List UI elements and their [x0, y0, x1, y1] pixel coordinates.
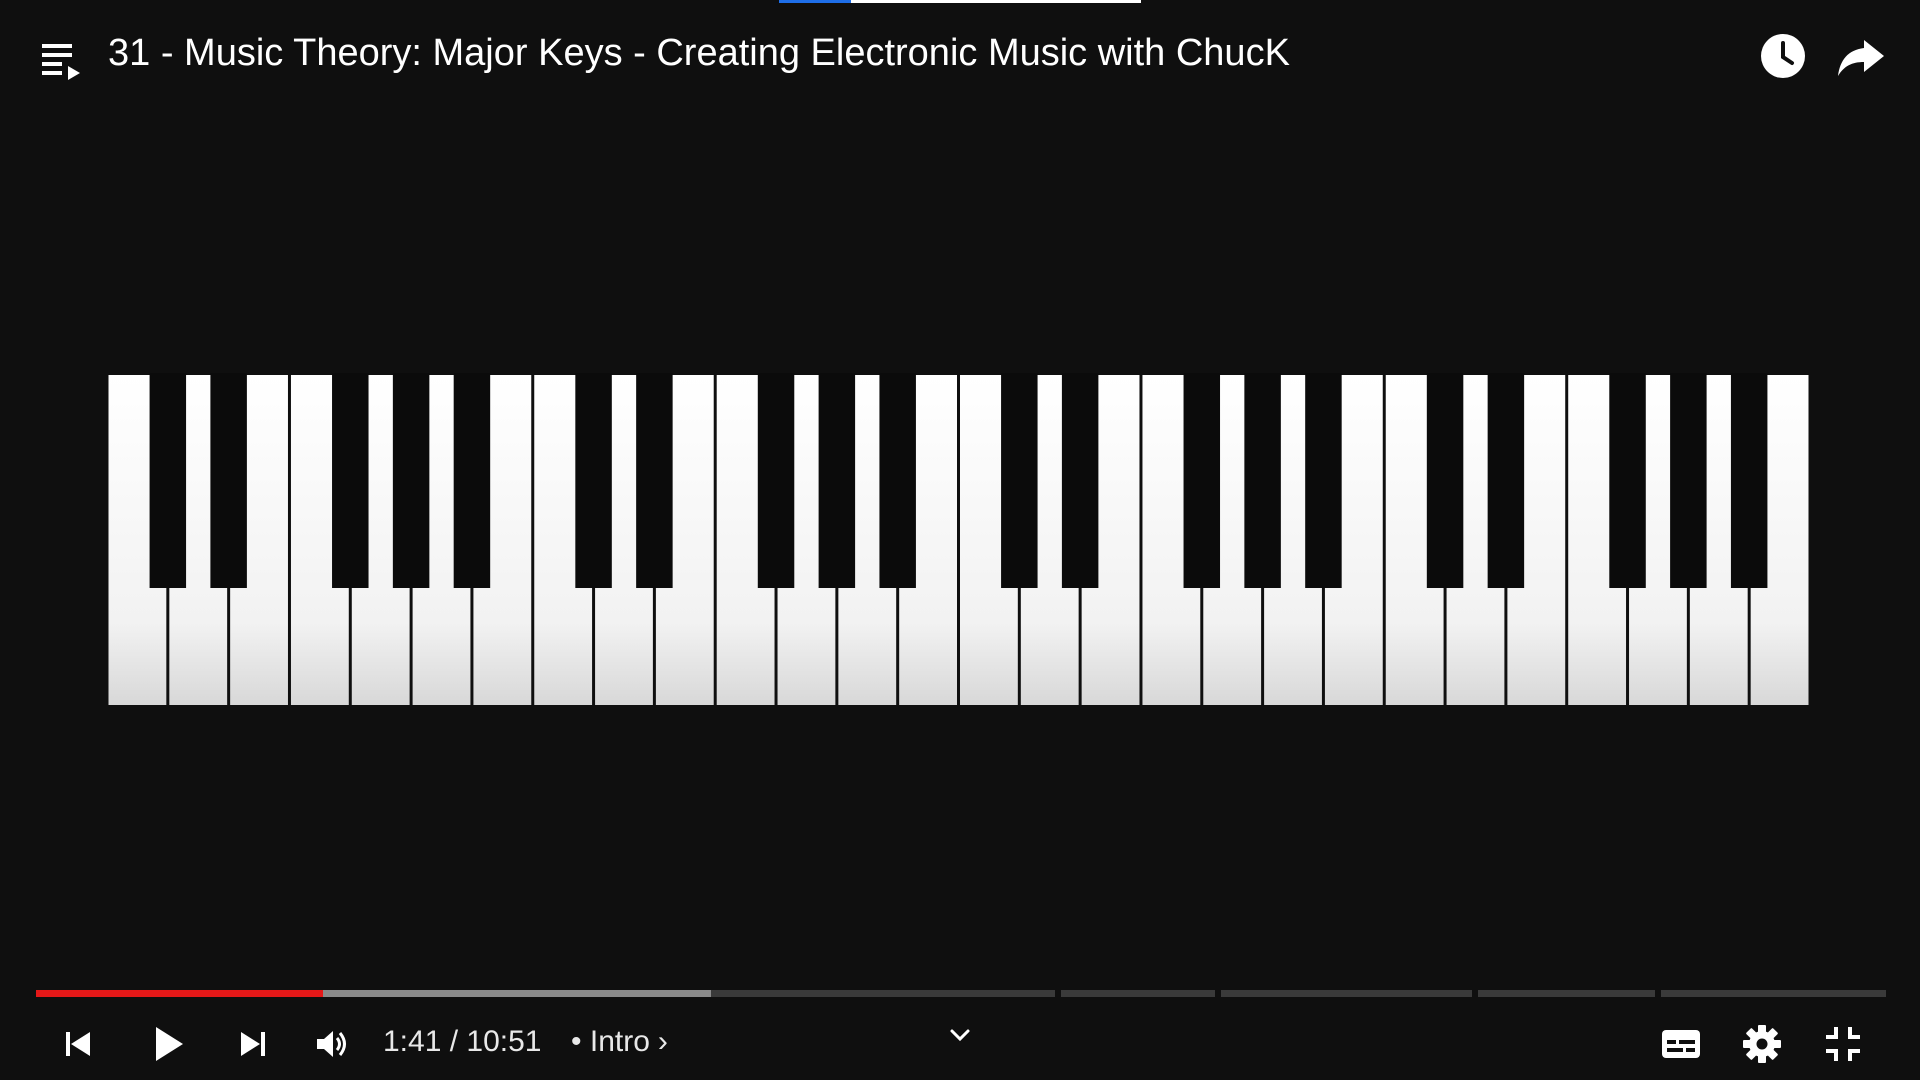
- settings-button[interactable]: [1736, 1018, 1788, 1070]
- play-button[interactable]: [141, 1018, 193, 1070]
- black-key: [757, 373, 795, 588]
- share-arrow-icon: [1838, 40, 1884, 76]
- video-stage[interactable]: [0, 110, 1920, 970]
- title-bar: 31 - Music Theory: Major Keys - Creating…: [0, 0, 1920, 110]
- played-bar: [36, 990, 323, 997]
- playlist-button[interactable]: [38, 36, 86, 84]
- player-controls: 1:41 / 10:51 • Intro ›: [0, 1010, 1920, 1080]
- volume-icon: [317, 1031, 346, 1057]
- expand-chapters-button[interactable]: [934, 1010, 986, 1062]
- time-display: 1:41 / 10:51: [383, 1025, 542, 1058]
- exit-fullscreen-icon: [1826, 1027, 1860, 1061]
- chapter-segment: [1061, 990, 1215, 997]
- black-key: [1670, 373, 1707, 588]
- chapter-segment: [1221, 990, 1472, 997]
- black-key: [1061, 373, 1099, 588]
- skip-next-icon: [241, 1032, 265, 1056]
- black-key: [392, 373, 430, 588]
- black-key: [1305, 373, 1342, 588]
- black-key: [1426, 373, 1464, 588]
- black-key: [149, 373, 187, 588]
- gear-icon: [1743, 1025, 1781, 1063]
- skip-previous-icon: [66, 1032, 90, 1056]
- progress-bar[interactable]: [36, 990, 1886, 997]
- chevron-right-icon: ›: [657, 1025, 668, 1058]
- black-key: [575, 373, 612, 588]
- black-key: [453, 373, 491, 588]
- next-button[interactable]: [227, 1018, 279, 1070]
- black-key: [1183, 373, 1221, 588]
- watch-later-button[interactable]: [1755, 28, 1811, 84]
- piano-keyboard: [108, 373, 1809, 705]
- black-key: [1487, 373, 1525, 588]
- chapter-segment: [1661, 990, 1886, 997]
- black-key: [1730, 373, 1768, 588]
- black-key: [1001, 373, 1038, 588]
- share-button[interactable]: [1834, 28, 1890, 84]
- black-key: [1609, 373, 1646, 588]
- black-key: [210, 373, 247, 588]
- black-key: [1244, 373, 1281, 588]
- subtitles-icon: [1662, 1030, 1700, 1058]
- previous-button[interactable]: [52, 1018, 104, 1070]
- chapter-title-button[interactable]: • Intro ›: [571, 1022, 668, 1062]
- chapter-segment: [1478, 990, 1655, 997]
- black-key: [818, 373, 856, 588]
- play-icon: [156, 1027, 183, 1061]
- black-key: [332, 373, 369, 588]
- chapter-separator: •: [571, 1025, 582, 1058]
- clock-icon: [1761, 34, 1805, 78]
- exit-fullscreen-button[interactable]: [1817, 1018, 1869, 1070]
- captions-button[interactable]: [1655, 1018, 1707, 1070]
- playlist-play-icon: [42, 44, 80, 80]
- video-title[interactable]: 31 - Music Theory: Major Keys - Creating…: [108, 30, 1290, 76]
- volume-button[interactable]: [306, 1018, 358, 1070]
- chapter-title: Intro: [589, 1025, 650, 1058]
- chevron-down-icon: [950, 1029, 970, 1042]
- black-key: [879, 373, 916, 588]
- black-key: [636, 373, 673, 588]
